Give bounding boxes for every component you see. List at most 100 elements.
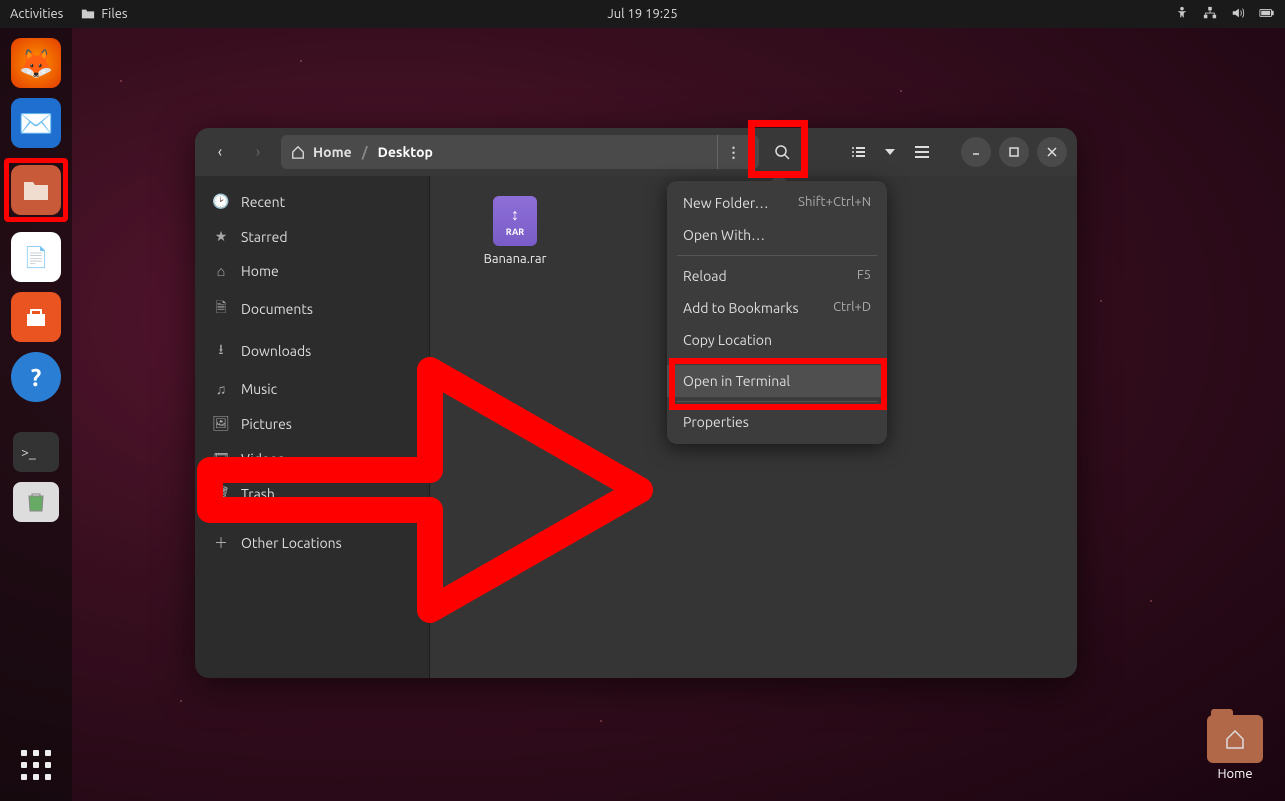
sidebar-label: Trash (241, 486, 275, 502)
sidebar-other-locations[interactable]: ＋ Other Locations (195, 524, 429, 562)
menu-label: Open With… (683, 227, 765, 243)
file-item-banana-rar[interactable]: RAR Banana.rar (470, 196, 560, 266)
menu-shortcut: F5 (857, 268, 871, 284)
window-close-button[interactable] (1037, 137, 1067, 167)
sidebar-label: Home (241, 263, 279, 279)
path-more-button[interactable]: ⋮ (717, 135, 749, 169)
maximize-icon (1009, 147, 1019, 157)
menu-label: Open in Terminal (683, 373, 790, 389)
search-button[interactable] (767, 137, 797, 167)
hamburger-icon (915, 146, 929, 158)
close-icon (1047, 147, 1057, 157)
picture-icon: 🖼 (213, 415, 229, 432)
files-window: ‹ › Home / Desktop ⋮ (195, 128, 1077, 678)
sidebar-separator (209, 517, 415, 518)
menu-label: Add to Bookmarks (683, 300, 799, 316)
minimize-icon (971, 147, 981, 157)
sidebar-label: Videos (241, 451, 284, 467)
menu-separator (677, 360, 877, 361)
menu-separator (677, 401, 877, 402)
trash-icon: 🗑 (213, 485, 229, 502)
dock: 🦊 ✉️ 📄 ? >_ (0, 28, 72, 801)
nav-back-button[interactable]: ‹ (205, 137, 235, 167)
star-icon: ★ (213, 228, 229, 245)
path-segment-home[interactable]: Home (313, 144, 352, 160)
menu-add-bookmark[interactable]: Add to Bookmarks Ctrl+D (667, 292, 887, 324)
sidebar-label: Recent (241, 194, 285, 210)
top-bar: Activities Files Jul 19 19:25 (0, 0, 1285, 28)
dock-firefox[interactable]: 🦊 (11, 38, 61, 88)
menu-properties[interactable]: Properties (667, 406, 887, 438)
dock-show-apps[interactable] (18, 747, 54, 783)
clock-icon: 🕑 (213, 193, 229, 210)
pathbar[interactable]: Home / Desktop ⋮ (281, 135, 759, 169)
context-menu: New Folder… Shift+Ctrl+N Open With… Relo… (667, 181, 887, 444)
music-icon: ♫ (213, 381, 229, 397)
list-icon (851, 145, 865, 159)
sidebar-documents[interactable]: 🗎 Documents (195, 288, 429, 330)
sidebar-trash[interactable]: 🗑 Trash (195, 476, 429, 511)
sidebar: 🕑 Recent ★ Starred ⌂ Home 🗎 Documents ⭳ Downl… (195, 176, 430, 678)
menu-label: Properties (683, 414, 749, 430)
topbar-app-label: Files (101, 7, 127, 21)
desktop-home-folder[interactable]: Home (1207, 715, 1263, 781)
home-icon (1224, 729, 1246, 749)
sidebar-home[interactable]: ⌂ Home (195, 254, 429, 288)
home-icon (291, 145, 305, 159)
rar-icon: RAR (493, 196, 537, 246)
sidebar-label: Documents (241, 301, 313, 317)
hamburger-menu-button[interactable] (907, 137, 937, 167)
topbar-datetime[interactable]: Jul 19 19:25 (607, 7, 677, 21)
folder-icon (81, 7, 95, 21)
topbar-app-indicator[interactable]: Files (81, 7, 127, 21)
dock-terminal[interactable]: >_ (13, 432, 59, 472)
video-icon: 🎞 (213, 450, 229, 467)
folder-icon (1207, 715, 1263, 763)
menu-open-with[interactable]: Open With… (667, 219, 887, 251)
path-segment-current[interactable]: Desktop (378, 144, 433, 160)
network-icon[interactable] (1203, 6, 1217, 23)
battery-icon[interactable] (1259, 6, 1275, 23)
view-list-button[interactable] (843, 137, 873, 167)
sidebar-label: Music (241, 381, 277, 397)
nav-forward-button[interactable]: › (243, 137, 273, 167)
chevron-down-icon (885, 149, 895, 155)
menu-open-terminal[interactable]: Open in Terminal (667, 365, 887, 397)
dock-libreoffice[interactable]: 📄 (11, 232, 61, 282)
menu-label: Reload (683, 268, 727, 284)
accessibility-icon[interactable] (1175, 6, 1189, 23)
window-maximize-button[interactable] (999, 137, 1029, 167)
view-dropdown-button[interactable] (881, 137, 899, 167)
document-icon: 🗎 (213, 297, 229, 321)
dock-help[interactable]: ? (11, 352, 61, 402)
volume-icon[interactable] (1231, 6, 1245, 23)
menu-new-folder[interactable]: New Folder… Shift+Ctrl+N (667, 187, 887, 219)
path-separator: / (362, 144, 368, 160)
menu-shortcut: Shift+Ctrl+N (798, 195, 871, 211)
dock-trash[interactable] (13, 482, 59, 522)
window-minimize-button[interactable] (961, 137, 991, 167)
activities-button[interactable]: Activities (10, 7, 63, 21)
sidebar-starred[interactable]: ★ Starred (195, 219, 429, 254)
plus-icon: ＋ (213, 533, 229, 553)
download-icon: ⭳ (213, 339, 229, 363)
menu-reload[interactable]: Reload F5 (667, 260, 887, 292)
sidebar-downloads[interactable]: ⭳ Downloads (195, 330, 429, 372)
sidebar-label: Starred (241, 229, 288, 245)
dock-files[interactable] (11, 165, 61, 215)
dock-thunderbird[interactable]: ✉️ (11, 98, 61, 148)
window-header: ‹ › Home / Desktop ⋮ (195, 128, 1077, 176)
menu-separator (677, 255, 877, 256)
sidebar-recent[interactable]: 🕑 Recent (195, 184, 429, 219)
home-icon: ⌂ (213, 263, 229, 279)
menu-shortcut: Ctrl+D (833, 300, 871, 316)
menu-copy-location[interactable]: Copy Location (667, 324, 887, 356)
sidebar-music[interactable]: ♫ Music (195, 372, 429, 406)
sidebar-pictures[interactable]: 🖼Pictures (195, 406, 429, 441)
menu-label: Copy Location (683, 332, 772, 348)
annotation-files-highlight (4, 158, 68, 222)
sidebar-videos[interactable]: 🎞 Videos (195, 441, 429, 476)
dock-software[interactable] (11, 292, 61, 342)
sidebar-label: Downloads (241, 343, 311, 359)
sidebar-label: Other Locations (241, 535, 342, 551)
